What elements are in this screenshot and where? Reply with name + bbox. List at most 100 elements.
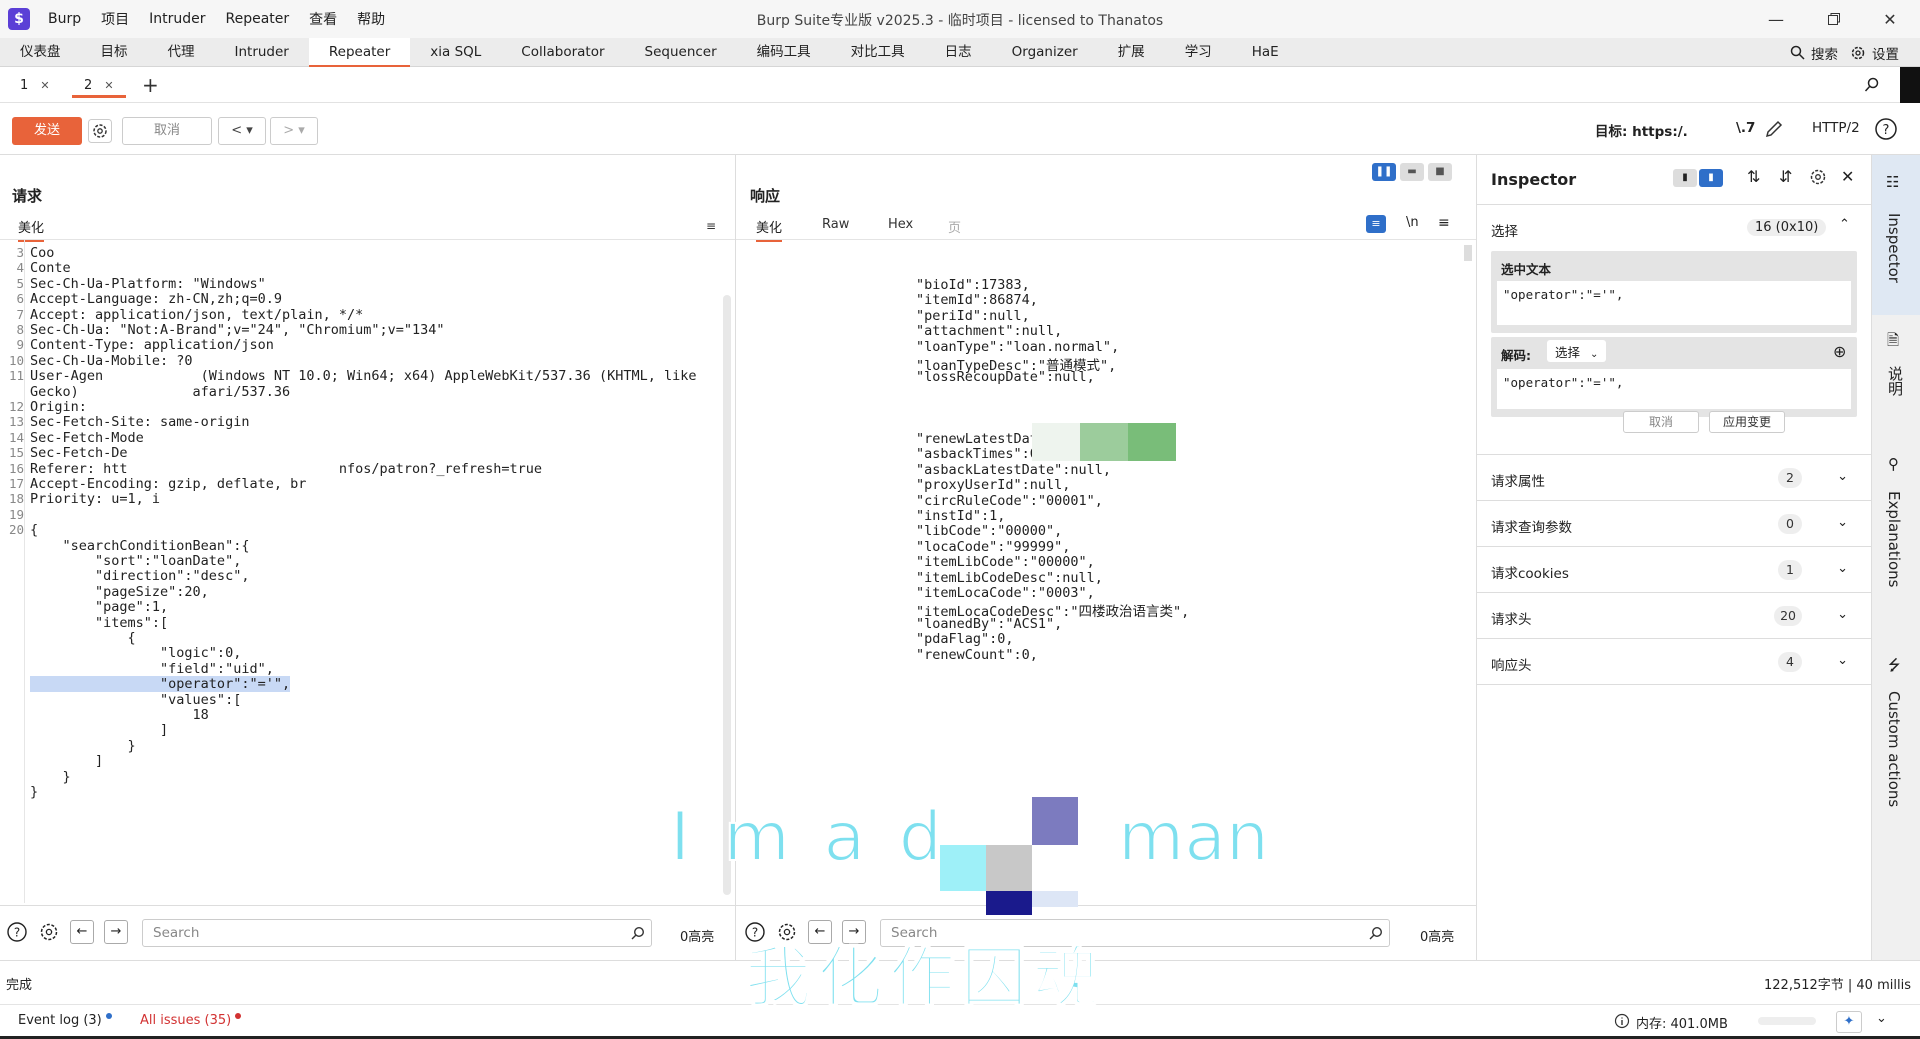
request-scrollbar[interactable] <box>723 295 731 895</box>
sidebar-item-notes[interactable]: 🗎 说明 <box>1872 330 1920 450</box>
edit-target-icon[interactable] <box>1764 119 1784 139</box>
tab-xia-sql[interactable]: xia SQL <box>410 38 501 67</box>
response-scrollbar[interactable] <box>1464 245 1472 261</box>
decoded-text-value[interactable]: "operator":"='", <box>1497 369 1851 409</box>
response-line: "loanedBy":"ACS1", <box>916 615 1063 632</box>
response-editor[interactable]: "bioId":17383, "itemId":86874, "periId":nu… <box>916 239 1456 779</box>
menu-project[interactable]: 项目 <box>101 9 129 29</box>
add-tab-icon[interactable]: + <box>142 73 159 97</box>
repeater-tab-2[interactable]: 2 ✕ <box>72 74 126 98</box>
tab-repeater[interactable]: Repeater <box>308 38 411 68</box>
response-menu-icon[interactable]: ≡ <box>1438 215 1450 231</box>
tab-intruder[interactable]: Intruder <box>215 38 309 67</box>
tab-decoder[interactable]: 编码工具 <box>737 38 831 67</box>
help-icon[interactable]: ? <box>744 921 766 943</box>
sidebar-item-custom-actions[interactable]: ⭍ Custom actions <box>1872 655 1920 865</box>
menu-help[interactable]: 帮助 <box>357 9 385 29</box>
global-search-button[interactable]: 搜索 <box>1790 38 1838 67</box>
selected-text-box: 选中文本 "operator":"='", <box>1491 251 1857 333</box>
section-response-headers[interactable]: 响应头 4 ⌄ <box>1477 639 1872 685</box>
response-tab-render[interactable]: 页 <box>948 217 961 236</box>
request-menu-icon[interactable]: ≡ <box>706 219 716 233</box>
decode-select[interactable]: 选择 ⌄ <box>1547 340 1607 362</box>
apply-changes-button[interactable]: 应用变更 <box>1709 411 1785 433</box>
inspector-layout-icon[interactable]: ▮ <box>1699 169 1723 187</box>
request-line: Accept-Encoding: gzip, deflate, br <box>30 476 307 492</box>
response-line: "lossRecoupDate":null, <box>916 369 1095 386</box>
tab-hae[interactable]: HaE <box>1232 38 1299 67</box>
request-line: ] <box>30 753 104 770</box>
word-wrap-icon[interactable]: ≡ <box>1366 215 1386 233</box>
selected-text-value[interactable]: "operator":"='", <box>1497 281 1851 325</box>
response-tab-raw[interactable]: Raw <box>822 217 849 232</box>
send-button[interactable]: 发送 <box>12 117 82 145</box>
search-prev-icon[interactable]: ← <box>808 920 832 944</box>
history-back-button[interactable]: < ▾ <box>218 117 266 145</box>
section-query-params[interactable]: 请求查询参数 0 ⌄ <box>1477 501 1872 547</box>
expand-all-icon[interactable]: ⇅ <box>1747 167 1760 186</box>
minimize-icon[interactable]: — <box>1752 0 1800 38</box>
inspector-cancel-button[interactable]: 取消 <box>1623 411 1699 433</box>
tab-organizer[interactable]: Organizer <box>992 38 1098 67</box>
cancel-button[interactable]: 取消 <box>122 117 212 145</box>
search-settings-icon[interactable] <box>38 921 60 943</box>
layout-split-icon[interactable]: ❚❚ <box>1372 163 1396 181</box>
inspector-settings-icon[interactable] <box>1809 168 1827 186</box>
close-window-icon[interactable]: ✕ <box>1866 0 1914 38</box>
request-search-input[interactable]: Search <box>142 919 652 947</box>
chevron-down-icon[interactable]: ⌄ <box>1876 1011 1887 1026</box>
search-prev-icon[interactable]: ← <box>70 920 94 944</box>
ai-sparkle-icon[interactable]: ✦ <box>1836 1011 1862 1033</box>
issues-link[interactable]: All issues (35) <box>140 1013 242 1028</box>
menu-view[interactable]: 查看 <box>309 9 337 29</box>
section-request-headers[interactable]: 请求头 20 ⌄ <box>1477 593 1872 639</box>
close-tab-icon[interactable]: ✕ <box>104 79 113 92</box>
tab-logger[interactable]: 日志 <box>925 38 992 67</box>
sidebar-item-explanations[interactable]: ⚲ Explanations <box>1872 455 1920 645</box>
tab-learn[interactable]: 学习 <box>1165 38 1232 67</box>
request-search-bar: ? ← → Search 0高亮 <box>0 905 735 960</box>
menu-repeater[interactable]: Repeater <box>226 11 290 27</box>
global-settings-button[interactable]: 设置 <box>1850 38 1899 67</box>
chevron-up-icon[interactable]: ⌃ <box>1839 217 1850 232</box>
repeater-tab-1[interactable]: 1 ✕ <box>8 74 62 98</box>
tab-search-icon[interactable] <box>1864 77 1880 93</box>
response-line: "asbackTimes":0, <box>916 446 1047 463</box>
request-editor[interactable]: 3 Coo 4 Conte 5 Sec-Ch-Ua-Platform: "Windows"… <box>6 239 706 903</box>
sidebar-item-inspector[interactable]: ☷ Inspector <box>1872 155 1920 315</box>
tab-sequencer[interactable]: Sequencer <box>625 38 737 67</box>
section-request-attributes[interactable]: 请求属性 2 ⌄ <box>1477 455 1872 501</box>
tab-proxy[interactable]: 代理 <box>148 38 215 67</box>
tab-dashboard[interactable]: 仪表盘 <box>0 38 81 67</box>
selection-section: 选择 16 (0x10) ⌃ 选中文本 "operator":"='", 解码:… <box>1477 205 1872 455</box>
search-settings-icon[interactable] <box>776 921 798 943</box>
search-next-icon[interactable]: → <box>104 920 128 944</box>
collapse-all-icon[interactable]: ⇵ <box>1779 167 1792 186</box>
layout-tab-icon[interactable]: ■ <box>1428 163 1452 181</box>
tab-target[interactable]: 目标 <box>81 38 148 67</box>
history-forward-button[interactable]: > ▾ <box>270 117 318 145</box>
help-icon[interactable]: ? <box>6 921 28 943</box>
info-icon[interactable] <box>1614 1013 1630 1029</box>
section-cookies[interactable]: 请求cookies 1 ⌄ <box>1477 547 1872 593</box>
close-inspector-icon[interactable]: ✕ <box>1841 167 1854 186</box>
response-tab-hex[interactable]: Hex <box>888 217 913 232</box>
inspector-layout-icon[interactable]: ▮ <box>1673 169 1697 187</box>
tab-collaborator[interactable]: Collaborator <box>501 38 624 67</box>
help-icon[interactable]: ? <box>1874 117 1898 141</box>
sidebar-explanations-label: Explanations <box>1885 491 1903 588</box>
event-log-link[interactable]: Event log (3) <box>18 1013 112 1028</box>
menu-burp[interactable]: Burp <box>48 11 81 27</box>
http-version[interactable]: HTTP/2 <box>1812 120 1860 136</box>
send-settings-button[interactable] <box>88 119 112 143</box>
search-next-icon[interactable]: → <box>842 920 866 944</box>
newline-toggle-icon[interactable]: \n <box>1406 215 1419 230</box>
menu-intruder[interactable]: Intruder <box>149 11 205 27</box>
restore-icon[interactable] <box>1810 0 1858 38</box>
tab-comparer[interactable]: 对比工具 <box>831 38 925 67</box>
add-decode-icon[interactable]: ⊕ <box>1833 342 1846 361</box>
response-search-input[interactable]: Search <box>880 919 1390 947</box>
tab-extensions[interactable]: 扩展 <box>1098 38 1165 67</box>
layout-horizontal-icon[interactable]: ▬ <box>1400 163 1424 181</box>
close-tab-icon[interactable]: ✕ <box>40 79 49 92</box>
